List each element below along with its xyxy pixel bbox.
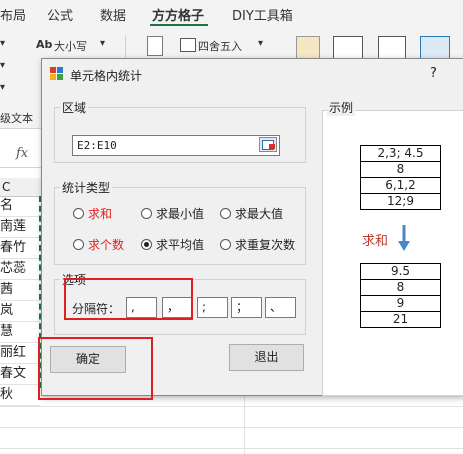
tab-fangfanggezi[interactable]: 方方格子 — [152, 5, 204, 24]
radio-label: 求平均值 — [156, 237, 205, 252]
grid-line — [0, 448, 463, 449]
round-button[interactable]: 四舍五入 — [198, 38, 242, 54]
separator-field[interactable]: ; — [197, 297, 228, 318]
tab-layout[interactable]: 布局 — [0, 5, 26, 24]
highlight-box-ok — [38, 337, 153, 400]
chevron-down-icon[interactable]: ▾ — [0, 38, 5, 49]
transfer-icon[interactable] — [420, 36, 450, 60]
example-input-cell: 2,3; 4.5 — [360, 145, 441, 162]
chevron-down-icon[interactable]: ▾ — [258, 38, 263, 49]
fx-icon[interactable]: fx — [16, 146, 28, 161]
separator-field[interactable]: ； — [231, 297, 262, 318]
exit-button[interactable]: 退出 — [229, 344, 304, 371]
grid-line — [244, 394, 245, 454]
app-icon — [50, 67, 63, 80]
example-output-table: 9.5 8 9 21 — [360, 263, 441, 328]
separator-field[interactable]: 、 — [265, 297, 296, 318]
grid-line — [0, 406, 463, 407]
example-operation-label: 求和 — [362, 234, 389, 249]
radio-max[interactable]: 求最大值 — [220, 205, 283, 221]
radio-label: 求重复次数 — [235, 237, 296, 252]
example-input-cell: 12;9 — [360, 193, 441, 210]
radio-button[interactable] — [220, 238, 231, 250]
example-output-cell: 21 — [360, 311, 441, 328]
round-icon — [180, 38, 196, 52]
chevron-down-icon[interactable]: ▾ — [100, 38, 105, 49]
active-tab-indicator — [150, 24, 208, 26]
cell[interactable]: 茜 — [0, 280, 40, 301]
cell[interactable]: 南莲 — [0, 217, 40, 238]
advanced-text-label: 级文本 — [0, 112, 33, 125]
radio-button[interactable] — [220, 207, 231, 219]
case-button[interactable]: 大小写 — [54, 38, 87, 54]
radio-button[interactable] — [141, 207, 152, 219]
paste-icon[interactable] — [296, 36, 320, 60]
case-icon: Ab — [36, 38, 53, 51]
radio-count[interactable]: 求个数 — [73, 236, 124, 252]
sheet-cells: 名 南莲 春竹 芯蕊 茜 岚 慧 丽红 春文 秋 — [0, 196, 40, 406]
help-button[interactable]: ? — [430, 66, 437, 81]
cell[interactable]: 名 — [0, 196, 40, 217]
chevron-down-icon[interactable]: ▾ — [0, 60, 5, 71]
range-group-label: 区域 — [60, 99, 89, 116]
radio-average[interactable]: 求平均值 — [141, 236, 204, 252]
example-input-table: 2,3; 4.5 8 6,1,2 12;9 — [360, 145, 441, 210]
radio-label: 求个数 — [88, 237, 125, 252]
document-icon[interactable] — [147, 36, 163, 56]
cell[interactable]: 春竹 — [0, 238, 40, 259]
radio-button[interactable] — [73, 238, 84, 250]
type-group-label: 统计类型 — [60, 179, 113, 196]
radio-min[interactable]: 求最小值 — [141, 205, 204, 221]
radio-button-selected[interactable] — [141, 238, 152, 250]
cell[interactable]: 丽红 — [0, 343, 40, 364]
example-output-cell: 8 — [360, 279, 441, 296]
example-input-cell: 8 — [360, 161, 441, 178]
range-picker-icon[interactable] — [259, 137, 277, 152]
range-input[interactable]: E2:E10 — [72, 135, 280, 156]
radio-label: 求最大值 — [235, 206, 284, 221]
radio-repeat-count[interactable]: 求重复次数 — [220, 236, 295, 252]
example-group-label: 示例 — [327, 99, 356, 116]
tab-formulas[interactable]: 公式 — [47, 5, 73, 24]
cell[interactable]: 芯蕊 — [0, 259, 40, 280]
highlight-box-separators — [64, 278, 193, 320]
down-arrow-icon — [398, 225, 410, 251]
cell[interactable]: 慧 — [0, 322, 40, 343]
table-grid-icon[interactable] — [378, 36, 406, 60]
align-icon[interactable] — [333, 36, 363, 60]
type-group — [54, 187, 306, 265]
radio-button[interactable] — [73, 207, 84, 219]
radio-sum[interactable]: 求和 — [73, 205, 112, 221]
example-output-cell: 9.5 — [360, 263, 441, 280]
example-output-cell: 9 — [360, 295, 441, 312]
column-header-c[interactable]: C — [0, 178, 44, 197]
dialog-title: 单元格内统计 — [70, 69, 143, 83]
chevron-down-icon[interactable]: ▾ — [0, 82, 5, 93]
radio-label: 求和 — [88, 206, 113, 221]
cell[interactable]: 岚 — [0, 301, 40, 322]
tab-diy-toolbox[interactable]: DIY工具箱 — [232, 5, 293, 24]
cell[interactable]: 春文 — [0, 364, 40, 385]
example-input-cell: 6,1,2 — [360, 177, 441, 194]
cell[interactable]: 秋 — [0, 385, 40, 406]
tab-data[interactable]: 数据 — [100, 5, 126, 24]
grid-line — [0, 427, 463, 428]
radio-label: 求最小值 — [156, 206, 205, 221]
